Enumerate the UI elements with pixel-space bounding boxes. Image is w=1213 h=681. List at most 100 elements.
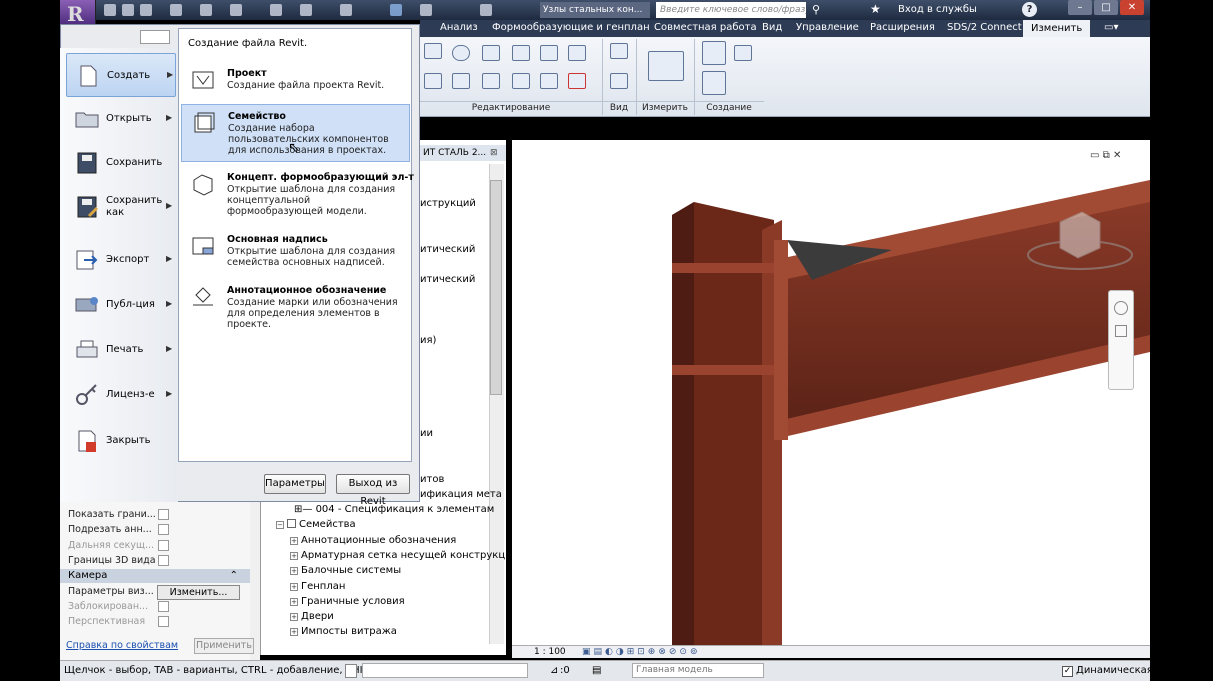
browser-scroll-thumb[interactable] [490, 180, 502, 395]
trim-icon[interactable] [482, 73, 500, 89]
rotate-icon[interactable] [452, 73, 470, 89]
tab-analysis[interactable]: Анализ [440, 22, 478, 33]
help-icon[interactable]: ? [1022, 2, 1037, 17]
binoculars-icon[interactable]: ⚲ [812, 3, 820, 16]
property-checkbox[interactable] [158, 616, 169, 627]
view-scale[interactable]: 1 : 100 [534, 646, 566, 658]
minimize-icon[interactable]: – [1068, 0, 1092, 15]
options-button[interactable]: Параметры [264, 474, 326, 494]
tab-sds2[interactable]: SDS/2 Connect [947, 22, 1022, 33]
pin-icon[interactable] [568, 45, 586, 61]
tab-modify[interactable]: Изменить [1023, 20, 1091, 37]
application-menu-button[interactable]: R [60, 0, 96, 26]
close-icon[interactable]: ✕ [1120, 0, 1144, 15]
measure-icon[interactable] [270, 4, 282, 16]
browser-item[interactable]: итический [420, 274, 475, 285]
browser-family-item[interactable]: + Двери [290, 611, 334, 622]
measure-tool-icon[interactable] [648, 51, 684, 81]
sign-in-button[interactable]: Вход в службы [898, 2, 977, 18]
property-checkbox[interactable] [158, 509, 169, 520]
override-icon[interactable] [610, 73, 628, 89]
property-checkbox[interactable] [158, 555, 169, 566]
3d-view-icon[interactable] [340, 4, 352, 16]
sync-icon[interactable] [140, 4, 152, 16]
menu-item-open[interactable]: Открыть ▶ [66, 97, 176, 141]
expand-icon[interactable]: − [276, 521, 284, 529]
browser-item[interactable]: ии [420, 428, 433, 439]
submenu-item-conceptual-mass[interactable]: Концепт. формообразующий эл-т Открытие ш… [181, 166, 414, 222]
menu-item-license[interactable]: Лиценз-е ▶ [66, 373, 176, 417]
expand-icon[interactable]: + [290, 552, 298, 560]
view-control-icons[interactable]: ▣▤◐◑⊞⊡⊕⊗⊘⊙⊚ [582, 646, 701, 658]
browser-family-item[interactable]: + Арматурная сетка несущей конструкц [290, 550, 505, 561]
menu-item-close[interactable]: Закрыть [66, 419, 176, 463]
browser-schedule-item[interactable]: ⊞— 004 - Спецификация к элементам [294, 504, 494, 515]
steering-wheel-icon[interactable] [1114, 301, 1128, 315]
section-icon[interactable] [390, 4, 402, 16]
create-parts-icon[interactable] [734, 45, 752, 61]
browser-family-item[interactable]: + Балочные системы [290, 565, 401, 576]
navigation-bar[interactable] [1108, 290, 1134, 390]
expand-icon[interactable]: + [290, 598, 298, 606]
menu-item-save[interactable]: Сохранить [66, 141, 176, 185]
browser-item[interactable]: иструкций [420, 198, 476, 209]
tab-collaborate[interactable]: Совместная работа [654, 22, 757, 33]
design-options-icon[interactable]: ▤ [592, 661, 601, 681]
menu-item-print[interactable]: Печать ▶ [66, 328, 176, 372]
scale-icon[interactable] [540, 73, 558, 89]
undo-icon[interactable] [170, 4, 182, 16]
browser-item[interactable]: ия) [420, 335, 436, 346]
recent-documents-icon[interactable] [140, 30, 170, 44]
browser-family-item[interactable]: + Генплан [290, 581, 345, 592]
redo-icon[interactable] [200, 4, 212, 16]
align-icon[interactable] [512, 45, 530, 61]
browser-close-icon[interactable]: ⊠ [490, 148, 498, 158]
expand-icon[interactable]: + [290, 613, 298, 621]
property-checkbox[interactable] [158, 524, 169, 535]
browser-family-item[interactable]: + Аннотационные обозначения [290, 535, 456, 546]
menu-item-save-as[interactable]: Сохранить как ▶ [66, 185, 176, 229]
split-icon[interactable] [512, 73, 530, 89]
edit-render-button[interactable]: Изменить... [157, 585, 240, 600]
copy-icon[interactable] [452, 45, 470, 61]
apply-button[interactable]: Применить [194, 638, 254, 654]
browser-family-item[interactable]: + Граничные условия [290, 596, 405, 607]
browser-families-node[interactable]: − Семейства [276, 519, 356, 530]
menu-item-new[interactable]: Создать ▶ [66, 53, 176, 97]
model-selector[interactable]: Главная модель [632, 663, 764, 678]
view-window-controls[interactable]: ▭ ⧉ ✕ [1090, 150, 1121, 161]
browser-item[interactable]: итов [420, 474, 444, 485]
expand-icon[interactable]: + [290, 567, 298, 575]
create-similar-icon[interactable] [702, 71, 726, 95]
filter-icon[interactable]: ⊿ [550, 661, 558, 681]
submenu-item-annotation-symbol[interactable]: Аннотационное обозначение Создание марки… [181, 279, 410, 335]
dynamic-checkbox[interactable]: ✓ [1062, 666, 1073, 677]
browser-family-item[interactable]: + Импосты витража [290, 626, 397, 637]
menu-item-export[interactable]: Экспорт ▶ [66, 238, 176, 282]
create-group-icon[interactable] [702, 41, 726, 65]
expand-icon[interactable]: + [290, 583, 298, 591]
worksets-icon[interactable] [345, 664, 357, 678]
search-input[interactable]: Введите ключевое слово/фразу [656, 2, 806, 18]
tab-view[interactable]: Вид [762, 22, 782, 33]
property-checkbox[interactable] [158, 540, 169, 551]
3d-viewport[interactable] [512, 140, 1150, 645]
close-hidden-icon[interactable] [420, 4, 432, 16]
tab-addins[interactable]: Расширения [870, 22, 935, 33]
expand-icon[interactable]: + [290, 537, 298, 545]
tab-massing[interactable]: Формообразующие и генплан [492, 22, 650, 33]
property-checkbox[interactable] [158, 601, 169, 612]
camera-section-header[interactable]: Камера ⌃ [60, 569, 250, 583]
open-icon[interactable] [104, 4, 116, 16]
hide-icon[interactable] [610, 43, 628, 59]
collapse-icon[interactable]: ⌃ [230, 569, 238, 583]
mirror-icon[interactable] [482, 45, 500, 61]
zoom-icon[interactable] [1115, 325, 1127, 337]
browser-item[interactable]: ификация мета [420, 489, 502, 500]
maximize-icon[interactable]: □ [1094, 0, 1118, 15]
properties-help-link[interactable]: Справка по свойствам [66, 640, 178, 651]
array-icon[interactable] [540, 45, 558, 61]
delete-icon[interactable] [568, 73, 586, 89]
print-icon[interactable] [230, 4, 242, 16]
workset-field[interactable] [362, 663, 528, 678]
